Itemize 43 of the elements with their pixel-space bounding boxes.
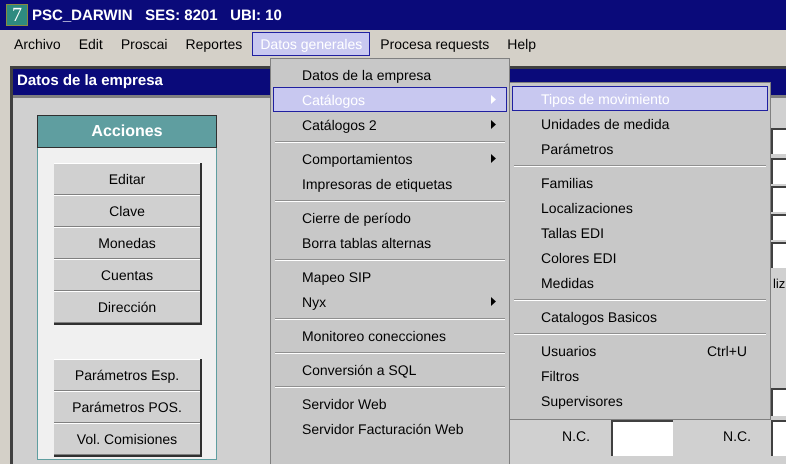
menu-item[interactable]: Borra tablas alternas xyxy=(273,230,507,255)
menu-item[interactable]: Catálogos 2 xyxy=(273,112,507,137)
menu-item[interactable]: Unidades de medida xyxy=(512,111,768,136)
menu-item[interactable]: Tallas EDI xyxy=(512,220,768,245)
menu-item[interactable]: Nyx xyxy=(273,289,507,314)
menu-item[interactable]: Mapeo SIP xyxy=(273,264,507,289)
menu-item[interactable]: Cierre de período xyxy=(273,205,507,230)
action-button[interactable]: Vol. Comisiones xyxy=(54,423,200,455)
action-button[interactable]: Dirección xyxy=(54,291,200,323)
field-label: N.C. xyxy=(723,428,751,444)
menu-item[interactable]: Impresoras de etiquetas xyxy=(273,171,507,196)
menu-item[interactable]: Monitoreo conecciones xyxy=(273,323,507,348)
menu-item[interactable]: Medidas xyxy=(512,270,768,295)
menu-item[interactable]: Procesa requests xyxy=(372,32,498,56)
menu-item[interactable]: Colores EDI xyxy=(512,245,768,270)
action-button[interactable]: Parámetros POS. xyxy=(54,391,200,423)
action-button[interactable]: Clave xyxy=(54,195,200,227)
menu-item[interactable]: Servidor Facturación Web xyxy=(273,416,507,441)
menu-item[interactable]: Familias xyxy=(512,170,768,195)
menu-item[interactable]: Filtros xyxy=(512,363,768,388)
menu-item[interactable]: Usuarios Ctrl+U xyxy=(512,338,768,363)
menu-item[interactable]: Help xyxy=(499,32,544,56)
action-button[interactable]: Cuentas xyxy=(54,259,200,291)
action-button[interactable]: Editar xyxy=(54,163,200,195)
action-button[interactable]: Monedas xyxy=(54,227,200,259)
menu-item[interactable]: Archivo xyxy=(6,32,69,56)
menu-item[interactable]: Servidor Web xyxy=(273,391,507,416)
text-field[interactable] xyxy=(611,420,673,456)
field-label: liz xyxy=(773,276,786,291)
window-title: PSC_DARWIN SES: 8201 UBI: 10 xyxy=(32,6,282,24)
menu-item[interactable]: Supervisores xyxy=(512,388,768,413)
menu-item[interactable]: Catalogos Basicos xyxy=(512,304,768,329)
field-label: N.C. xyxy=(562,428,590,444)
menu-item[interactable]: Parámetros xyxy=(512,136,768,161)
panel-header: Acciones xyxy=(37,115,217,148)
app-icon: 7 xyxy=(6,4,28,26)
menu-item[interactable]: Reportes xyxy=(178,32,250,56)
menu-item[interactable]: Comportamientos xyxy=(273,146,507,171)
action-button[interactable]: Parámetros Esp. xyxy=(54,359,200,391)
menu-item[interactable]: Localizaciones xyxy=(512,195,768,220)
menu-item[interactable]: Conversión a SQL xyxy=(273,357,507,382)
menu-item[interactable]: Edit xyxy=(70,32,111,56)
menu-item[interactable]: Proscai xyxy=(112,32,176,56)
